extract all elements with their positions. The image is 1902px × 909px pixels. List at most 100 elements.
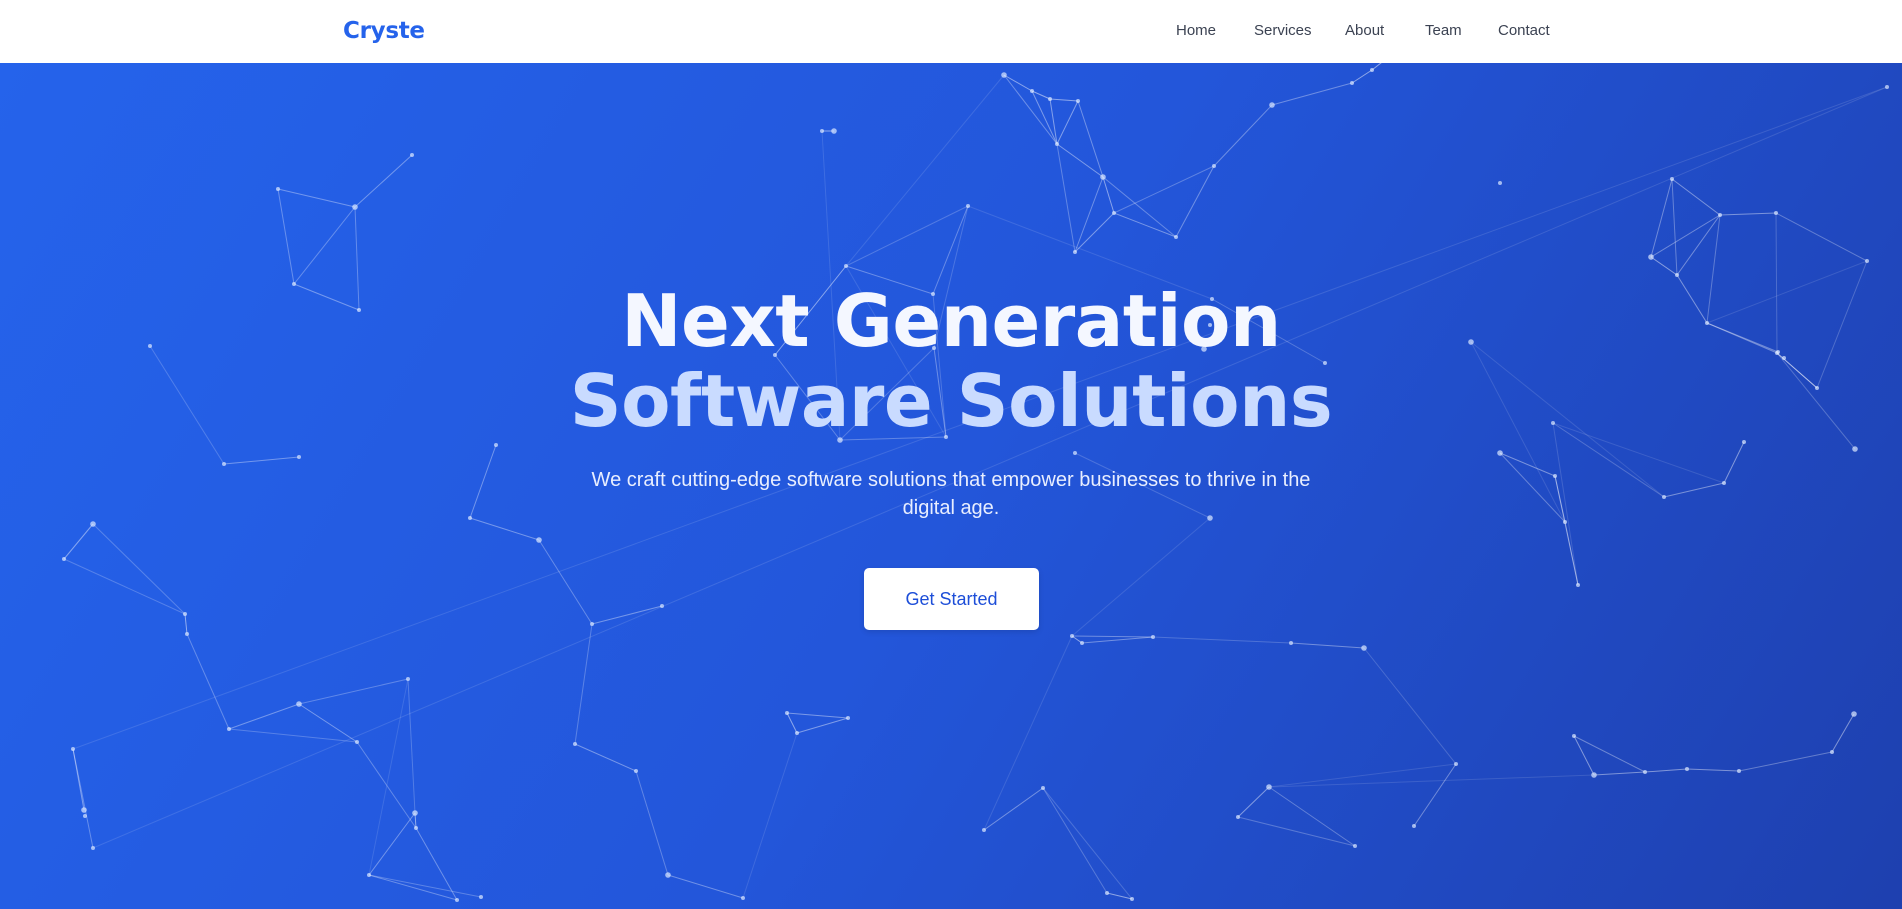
network-node bbox=[1100, 174, 1106, 180]
network-link bbox=[228, 728, 358, 743]
network-node bbox=[634, 769, 638, 773]
network-link bbox=[1413, 763, 1457, 827]
network-node bbox=[982, 828, 986, 832]
network-link bbox=[1074, 212, 1115, 253]
network-link bbox=[293, 206, 356, 285]
network-node bbox=[1851, 711, 1857, 717]
top-navbar: Cryste Home Services About Team Contact bbox=[0, 0, 1902, 63]
network-node bbox=[83, 814, 87, 818]
network-link bbox=[1663, 482, 1725, 498]
network-node bbox=[1576, 583, 1580, 587]
network-node bbox=[966, 204, 970, 208]
network-node bbox=[276, 187, 280, 191]
network-node bbox=[455, 898, 459, 902]
network-link bbox=[1271, 82, 1353, 106]
network-node bbox=[1563, 520, 1567, 524]
network-node bbox=[1497, 450, 1503, 456]
network-node bbox=[844, 264, 848, 268]
network-node bbox=[1080, 641, 1084, 645]
network-node bbox=[479, 895, 483, 899]
network-link bbox=[63, 558, 186, 615]
nav-link-home[interactable]: Home bbox=[1176, 22, 1216, 39]
network-node bbox=[1266, 784, 1272, 790]
hero-headline-line1: Next Generation bbox=[621, 279, 1281, 363]
network-link bbox=[983, 635, 1073, 831]
network-link bbox=[1042, 787, 1133, 900]
network-node bbox=[1073, 451, 1077, 455]
network-link bbox=[223, 456, 300, 465]
nav-link-contact[interactable]: Contact bbox=[1498, 22, 1550, 39]
network-node bbox=[1885, 85, 1889, 89]
network-node bbox=[1718, 213, 1722, 217]
nav-link-services[interactable]: Services bbox=[1254, 22, 1312, 39]
network-link bbox=[1719, 212, 1777, 216]
network-node bbox=[1350, 81, 1354, 85]
network-link bbox=[1049, 98, 1079, 102]
network-link bbox=[667, 874, 744, 899]
get-started-button[interactable]: Get Started bbox=[864, 568, 1039, 630]
network-node bbox=[1675, 273, 1679, 277]
network-node bbox=[1073, 250, 1077, 254]
network-link bbox=[1152, 636, 1292, 644]
network-link bbox=[1593, 771, 1646, 776]
network-link bbox=[1213, 104, 1273, 167]
network-node bbox=[297, 455, 301, 459]
network-link bbox=[1237, 786, 1270, 818]
network-link bbox=[1499, 452, 1556, 477]
network-node bbox=[406, 677, 410, 681]
network-node bbox=[1722, 481, 1726, 485]
network-link bbox=[1573, 735, 1595, 776]
network-link bbox=[983, 787, 1044, 831]
network-link bbox=[354, 154, 413, 208]
network-link bbox=[1071, 517, 1211, 637]
network-node bbox=[665, 872, 671, 878]
network-link bbox=[92, 523, 186, 615]
network-node bbox=[660, 604, 664, 608]
network-node bbox=[1370, 68, 1374, 72]
network-link bbox=[63, 523, 94, 560]
network-node bbox=[468, 516, 472, 520]
network-link bbox=[368, 678, 409, 876]
network-link bbox=[277, 188, 356, 208]
network-link bbox=[298, 703, 358, 743]
nav-link-about[interactable]: About bbox=[1345, 22, 1384, 39]
nav-link-team[interactable]: Team bbox=[1425, 22, 1462, 39]
network-node bbox=[91, 846, 95, 850]
network-node bbox=[355, 740, 359, 744]
network-node bbox=[1174, 235, 1178, 239]
network-node bbox=[1361, 645, 1367, 651]
network-node bbox=[183, 612, 187, 616]
network-link bbox=[1003, 74, 1033, 92]
network-node bbox=[1670, 177, 1674, 181]
network-link bbox=[1775, 212, 1868, 262]
network-link bbox=[786, 712, 849, 719]
network-link bbox=[796, 717, 849, 734]
network-node bbox=[1001, 72, 1007, 78]
network-node bbox=[1236, 815, 1240, 819]
brand-logo[interactable]: Cryste bbox=[343, 18, 425, 44]
hero-headline-line2: Software Solutions bbox=[569, 359, 1333, 443]
network-link bbox=[1056, 143, 1104, 178]
network-node bbox=[296, 701, 302, 707]
network-link bbox=[1081, 636, 1154, 644]
network-link bbox=[1573, 735, 1646, 773]
network-link bbox=[1644, 768, 1688, 773]
network-node bbox=[1269, 102, 1275, 108]
network-link bbox=[635, 770, 669, 876]
network-node bbox=[1076, 99, 1080, 103]
network-link bbox=[1671, 178, 1721, 216]
network-link bbox=[1831, 713, 1855, 753]
network-link bbox=[1738, 751, 1833, 772]
network-link bbox=[72, 748, 94, 849]
network-node bbox=[1105, 891, 1109, 895]
network-node bbox=[414, 826, 418, 830]
network-node bbox=[62, 557, 66, 561]
network-link bbox=[1671, 178, 1678, 276]
network-link bbox=[277, 188, 295, 285]
network-link bbox=[1056, 100, 1079, 145]
network-link bbox=[407, 678, 416, 814]
network-node bbox=[573, 742, 577, 746]
network-link bbox=[1042, 787, 1108, 894]
network-node bbox=[1041, 786, 1045, 790]
network-link bbox=[1650, 178, 1673, 258]
